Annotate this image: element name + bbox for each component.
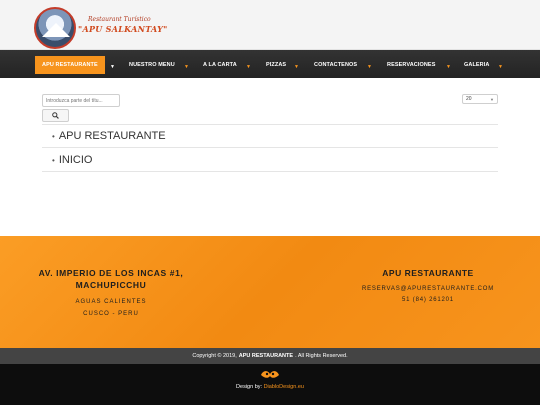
logo-mountain-icon[interactable] [34,7,76,49]
phone: 51 (84) 261201 [402,297,454,303]
copyright-suffix: . All Rights Reserved. [295,353,348,359]
search-button[interactable] [42,109,69,122]
nav-item-pizzas[interactable]: PIZZAS [266,56,286,74]
divider [42,124,498,125]
chevron-down-icon[interactable]: ▼ [110,64,115,70]
nav-item-contactenos[interactable]: CONTACTENOS [314,56,357,74]
list-item-label[interactable]: INICIO [59,154,93,166]
city-block: AGUAS CALIENTES CUSCO - PERU [0,296,222,320]
diablo-design-logo-icon[interactable] [259,369,281,381]
bullet-icon: • [52,155,55,165]
limit-value: 20 [466,96,472,102]
email-link[interactable]: RESERVAS@APURESTAURANTE.COM [340,284,516,295]
list-item[interactable]: • APU RESTAURANTE [52,130,166,142]
nav-item-nuestro-menu[interactable]: NUESTRO MENU [129,56,175,74]
designer-credit: Design by: DiabloDesign.eu [0,384,540,390]
chevron-down-icon[interactable]: ▼ [294,64,299,70]
address-line: AV. IMPERIO DE LOS INCAS #1, [38,268,184,278]
footer-restaurant-title: APU RESTAURANTE [382,268,474,278]
chevron-down-icon[interactable]: ▼ [446,64,451,70]
search-input[interactable] [42,94,120,107]
nav-item-galeria[interactable]: GALERIA [464,56,489,74]
copyright-brand: APU RESTAURANTE [238,353,294,359]
nav-item-reservaciones[interactable]: RESERVACIONES [387,56,435,74]
designer-link[interactable]: DiabloDesign.eu [264,384,304,390]
chevron-down-icon: ▼ [490,96,494,102]
site-header: Restaurant Turístico "APU SALKANTAY" [0,0,540,50]
list-item-label[interactable]: APU RESTAURANTE [59,130,166,142]
logo-tagline: Restaurant Turístico [88,16,151,23]
chevron-down-icon[interactable]: ▼ [367,64,372,70]
nav-item-a-la-carta[interactable]: A LA CARTA [203,56,237,74]
search-icon [52,112,59,119]
logo-name[interactable]: "APU SALKANTAY" [78,24,168,34]
main-nav: APU RESTAURANTE ▼ NUESTRO MENU ▼ A LA CA… [0,50,540,78]
contact-block: RESERVAS@APURESTAURANTE.COM 51 (84) 2612… [340,284,516,306]
list-item[interactable]: • INICIO [52,154,92,166]
chevron-down-icon[interactable]: ▼ [184,64,189,70]
bullet-icon: • [52,131,55,141]
divider [42,147,498,148]
chevron-down-icon[interactable]: ▼ [246,64,251,70]
region: CUSCO - PERU [83,311,139,317]
limit-select[interactable]: 20 ▼ [462,94,498,104]
chevron-down-icon[interactable]: ▼ [498,64,503,70]
address-block: AV. IMPERIO DE LOS INCAS #1, MACHUPICCHU [0,267,222,291]
copyright-prefix: Copyright © 2019, [192,353,237,359]
copyright-bar: Copyright © 2019, APU RESTAURANTE . All … [0,348,540,364]
address-line: MACHUPICCHU [75,280,147,290]
nav-item-apu-restaurante[interactable]: APU RESTAURANTE [35,56,105,74]
divider [42,171,498,172]
city: AGUAS CALIENTES [75,299,147,305]
designer-label: Design by: [236,384,263,390]
